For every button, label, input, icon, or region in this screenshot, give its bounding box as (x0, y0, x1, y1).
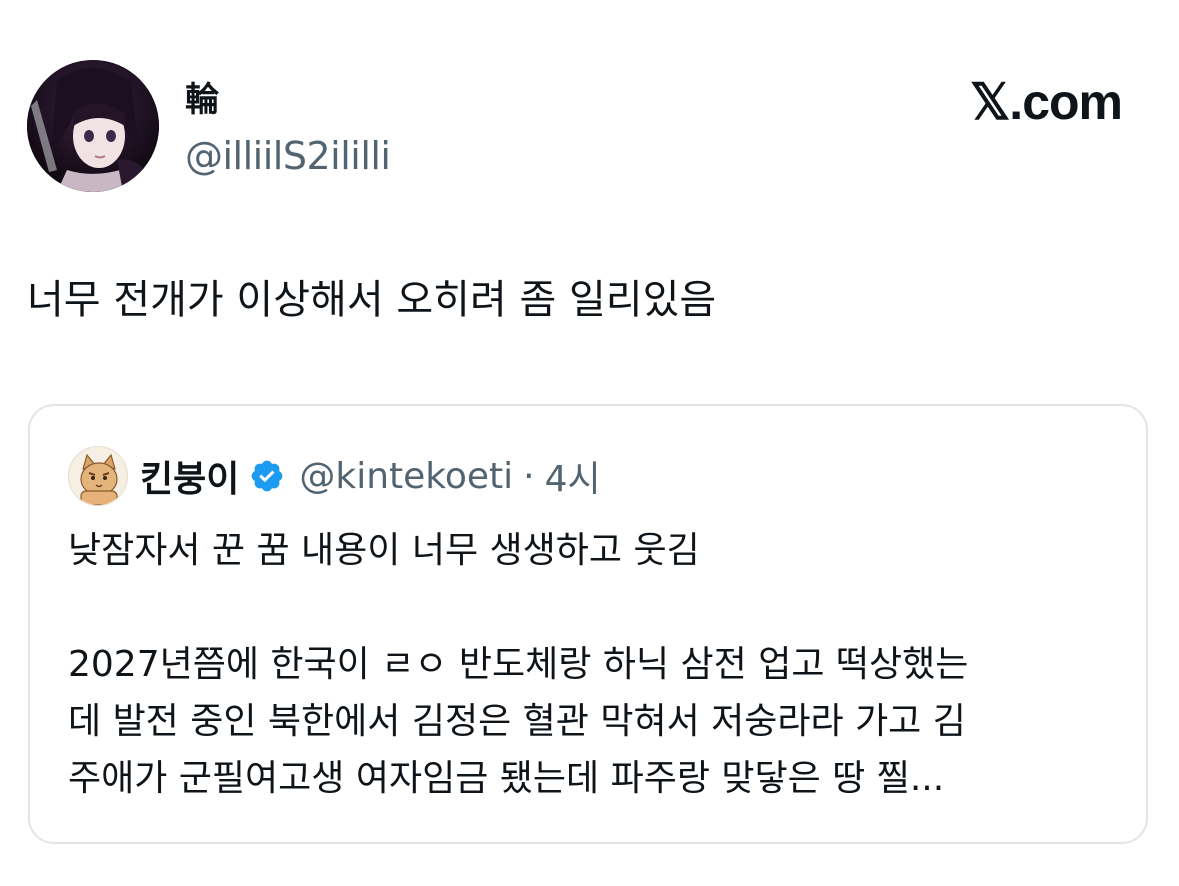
author-handle[interactable]: @illiilS2ililli (185, 132, 391, 180)
x-logo-icon: 𝕏.com (970, 74, 1123, 130)
author-avatar[interactable] (27, 60, 159, 192)
author-avatar-image (27, 60, 159, 192)
verified-badge-icon (249, 458, 285, 494)
author-display-name[interactable]: 輪 (185, 78, 219, 122)
meta-separator: · (523, 455, 535, 497)
quoted-tweet-header: 킨붕이 @kintekoeti · 4시 (140, 450, 601, 502)
quoted-author-avatar[interactable] (68, 446, 128, 506)
quoted-text-line (68, 579, 1128, 636)
quoted-author-handle[interactable]: @kintekoeti (299, 456, 513, 497)
quoted-timestamp[interactable]: 4시 (545, 450, 601, 502)
quoted-tweet-card[interactable]: 킨붕이 @kintekoeti · 4시 낮잠자서 꾼 꿈 내용이 너무 생생하… (28, 404, 1148, 844)
tweet-text: 너무 전개가 이상해서 오히려 좀 일리있음 (27, 277, 717, 323)
cat-avatar-image (69, 447, 127, 505)
brand-mark: 𝕏.com (970, 74, 1123, 130)
quoted-tweet-text: 낮잠자서 꾼 꿈 내용이 너무 생생하고 웃김 2027년쯤에 한국이 ㄹㅇ 반… (68, 522, 1128, 807)
quoted-text-line: 데 발전 중인 북한에서 김정은 혈관 막혀서 저숭라라 가고 김 (68, 701, 966, 742)
quoted-text-line: 주애가 군필여고생 여자임금 됐는데 파주랑 맞닿은 땅 찔... (68, 758, 945, 799)
quoted-text-line: 2027년쯤에 한국이 ㄹㅇ 반도체랑 하닉 삼전 업고 떡상했는 (68, 644, 969, 685)
quoted-text-line: 낮잠자서 꾼 꿈 내용이 너무 생생하고 웃김 (68, 530, 700, 571)
quoted-author-name[interactable]: 킨붕이 (140, 450, 239, 502)
